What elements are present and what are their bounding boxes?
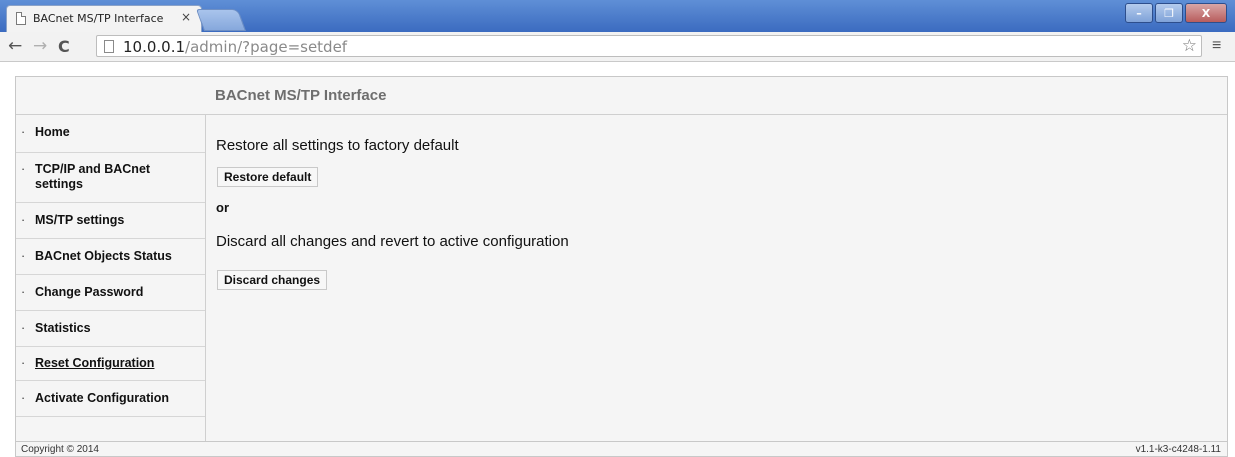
address-bar[interactable]: 10.0.0.1/admin/?page=setdef ☆ — [96, 35, 1202, 57]
page-title: BACnet MS/TP Interface — [215, 87, 387, 104]
sidebar-item-bacnet-objects-status[interactable]: · BACnet Objects Status — [16, 239, 205, 275]
sidebar-item-mstp-settings[interactable]: · MS/TP settings — [16, 203, 205, 239]
sidebar-item-label[interactable]: BACnet Objects Status — [35, 249, 199, 264]
sidebar-nav: · Home · TCP/IP and BACnet settings · MS… — [16, 115, 206, 441]
browser-menu-icon[interactable]: ≡ — [1212, 37, 1221, 55]
page-header: BACnet MS/TP Interface — [16, 77, 1227, 115]
close-window-button[interactable]: X — [1185, 3, 1227, 23]
reload-icon[interactable]: C — [58, 37, 70, 56]
bullet-icon: · — [21, 249, 26, 263]
url-host: 10.0.0.1 — [123, 38, 186, 56]
sidebar-item-label[interactable]: Activate Configuration — [35, 391, 199, 406]
maximize-button[interactable]: ❐ — [1155, 3, 1183, 23]
sidebar-item-reset-configuration[interactable]: · Reset Configuration — [16, 347, 205, 381]
bookmark-star-icon[interactable]: ☆ — [1182, 36, 1197, 56]
browser-tab[interactable]: BACnet MS/TP Interface × — [6, 5, 202, 33]
sidebar-item-label[interactable]: TCP/IP and BACnet settings — [35, 162, 199, 192]
tab-close-icon[interactable]: × — [181, 10, 191, 24]
bullet-icon: · — [21, 213, 26, 227]
bullet-icon: · — [21, 391, 26, 405]
main-content: Restore all settings to factory default … — [206, 115, 1227, 441]
tab-title: BACnet MS/TP Interface — [33, 12, 164, 25]
sidebar-item-activate-configuration[interactable]: · Activate Configuration — [16, 381, 205, 417]
sidebar-item-statistics[interactable]: · Statistics — [16, 311, 205, 347]
restore-heading: Restore all settings to factory default — [216, 137, 459, 154]
copyright-text: Copyright © 2014 — [21, 444, 99, 455]
sidebar-item-home[interactable]: · Home — [16, 115, 205, 153]
bullet-icon: · — [21, 162, 26, 176]
forward-arrow-icon[interactable]: → — [33, 36, 47, 56]
window-controls: – ❐ X — [1123, 3, 1227, 23]
discard-heading: Discard all changes and revert to active… — [216, 233, 569, 250]
restore-default-button[interactable]: Restore default — [217, 167, 319, 187]
back-arrow-icon[interactable]: ← — [8, 36, 22, 56]
sidebar-item-label[interactable]: Statistics — [35, 321, 199, 336]
bullet-icon: · — [21, 321, 26, 335]
sidebar-item-label[interactable]: MS/TP settings — [35, 213, 199, 228]
sidebar-item-label[interactable]: Change Password — [35, 285, 199, 300]
bullet-icon: · — [21, 285, 26, 299]
bullet-icon: · — [21, 356, 26, 370]
page-footer: Copyright © 2014 v1.1-k3-c4248-1.11 — [16, 441, 1227, 457]
page-icon — [16, 12, 26, 25]
or-text: or — [216, 200, 229, 215]
sidebar-item-label[interactable]: Reset Configuration — [35, 356, 199, 371]
minimize-button[interactable]: – — [1125, 3, 1153, 23]
sidebar-item-change-password[interactable]: · Change Password — [16, 275, 205, 311]
web-page: BACnet MS/TP Interface · Home · TCP/IP a… — [15, 76, 1228, 457]
version-text: v1.1-k3-c4248-1.11 — [1135, 444, 1221, 455]
sidebar-item-tcpip-bacnet-settings[interactable]: · TCP/IP and BACnet settings — [16, 153, 205, 203]
browser-titlebar: BACnet MS/TP Interface × – ❐ X — [0, 0, 1235, 33]
discard-changes-button[interactable]: Discard changes — [217, 270, 328, 290]
url-text[interactable]: 10.0.0.1/admin/?page=setdef — [123, 38, 347, 56]
bullet-icon: · — [21, 125, 26, 139]
url-path: /admin/?page=setdef — [185, 38, 348, 56]
browser-toolbar: ← → C 10.0.0.1/admin/?page=setdef ☆ ≡ — [0, 32, 1235, 62]
page-icon — [104, 40, 114, 53]
sidebar-item-label[interactable]: Home — [35, 125, 199, 140]
new-tab-button[interactable] — [195, 9, 247, 31]
